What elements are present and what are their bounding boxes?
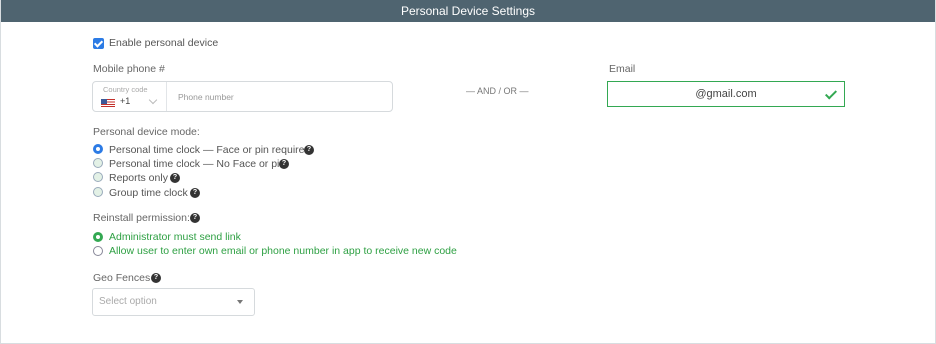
chevron-down-icon bbox=[148, 95, 158, 105]
email-label: Email bbox=[609, 63, 636, 75]
radio-user-enter-own[interactable] bbox=[93, 246, 103, 256]
radio-face-or-pin-required[interactable] bbox=[93, 144, 103, 154]
panel-header: Personal Device Settings bbox=[1, 0, 935, 22]
device-mode-option-label: Reports only bbox=[109, 172, 168, 184]
settings-panel: Personal Device Settings Enable personal… bbox=[0, 0, 936, 344]
help-icon[interactable]: ? bbox=[151, 273, 161, 283]
device-mode-option-label: Group time clock bbox=[109, 187, 188, 199]
help-icon[interactable]: ? bbox=[190, 213, 200, 223]
mobile-phone-label: Mobile phone # bbox=[93, 63, 165, 75]
enable-personal-device-label: Enable personal device bbox=[109, 37, 219, 49]
country-code-select[interactable]: Country code +1 bbox=[93, 82, 167, 111]
and-or-separator: — AND / OR — bbox=[466, 86, 529, 96]
radio-group-time-clock[interactable] bbox=[93, 187, 103, 197]
radio-reports-only[interactable] bbox=[93, 172, 103, 182]
device-mode-option-label: Personal time clock — No Face or pin bbox=[109, 158, 286, 170]
help-icon[interactable]: ? bbox=[304, 145, 314, 155]
reinstall-permission-label: Reinstall permission: bbox=[93, 212, 190, 224]
reinstall-option-label: Administrator must send link bbox=[109, 231, 241, 243]
device-mode-option-label: Personal time clock — Face or pin requir… bbox=[109, 144, 311, 156]
help-icon[interactable]: ? bbox=[190, 188, 200, 198]
country-code-value: +1 bbox=[120, 96, 131, 106]
country-code-label: Country code bbox=[103, 85, 148, 94]
phone-input-group: Country code +1 Phone number bbox=[92, 81, 393, 112]
radio-no-face-or-pin[interactable] bbox=[93, 158, 103, 168]
device-mode-label: Personal device mode: bbox=[93, 126, 200, 138]
reinstall-option-label: Allow user to enter own email or phone n… bbox=[109, 245, 457, 257]
help-icon[interactable]: ? bbox=[170, 173, 180, 183]
enable-personal-device-checkbox[interactable] bbox=[93, 38, 104, 49]
email-input[interactable]: @gmail.com bbox=[607, 81, 845, 107]
phone-number-input[interactable]: Phone number bbox=[178, 92, 234, 102]
geo-fences-placeholder: Select option bbox=[99, 296, 157, 307]
geo-fences-label: Geo Fences bbox=[93, 272, 151, 284]
caret-down-icon bbox=[237, 300, 243, 304]
geo-fences-select[interactable]: Select option bbox=[92, 288, 255, 316]
email-value: @gmail.com bbox=[695, 88, 757, 100]
radio-admin-send-link[interactable] bbox=[93, 232, 103, 242]
us-flag-icon bbox=[101, 99, 115, 107]
help-icon[interactable]: ? bbox=[279, 159, 289, 169]
